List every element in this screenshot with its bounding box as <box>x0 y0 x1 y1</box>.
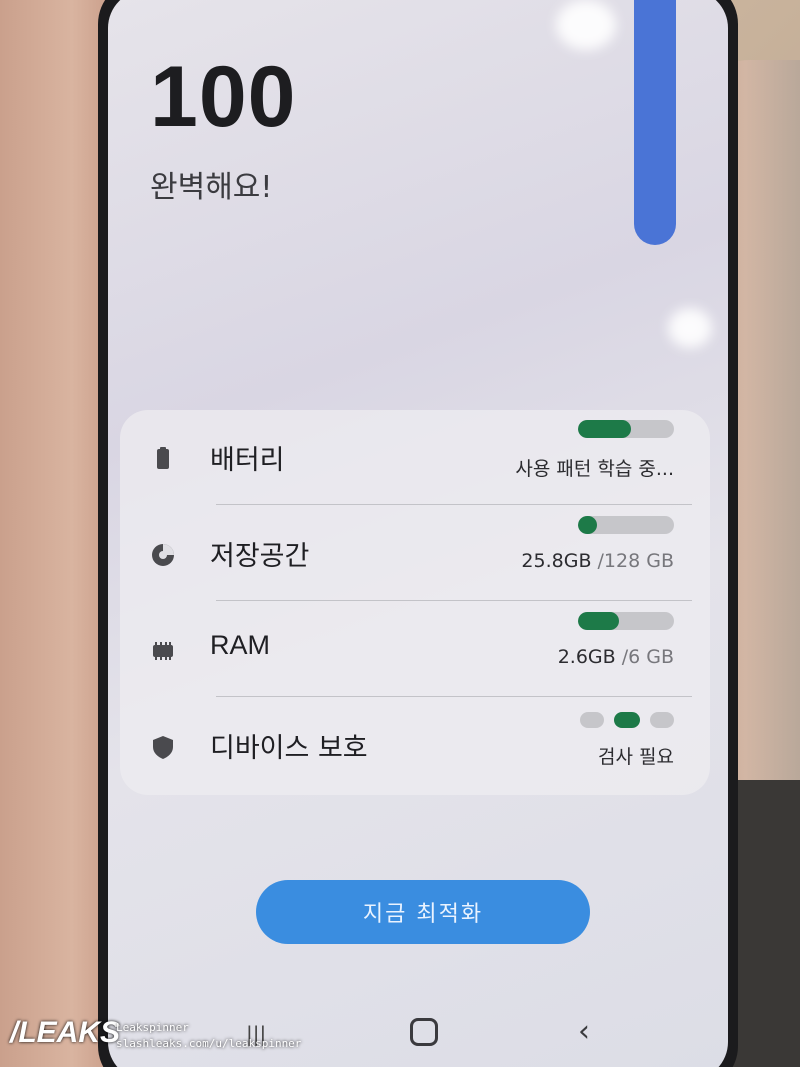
ram-label: RAM <box>210 630 270 660</box>
home-icon[interactable] <box>410 1018 438 1046</box>
storage-label: 저장공간 <box>210 541 310 572</box>
back-icon[interactable]: ‹ <box>578 1014 590 1049</box>
score-status-text: 완벽해요! <box>150 170 273 205</box>
storage-progress-bar <box>578 516 674 534</box>
device-protection-label: 디바이스 보호 <box>210 733 368 764</box>
scan-status-indicator <box>580 712 674 728</box>
storage-pie-icon <box>152 544 174 566</box>
device-care-screen: 100 완벽해요! 배터리 사용 패턴 학습 중... 저장공간 25.8GB … <box>108 0 728 1067</box>
battery-row[interactable]: 배터리 사용 패턴 학습 중... <box>120 410 710 506</box>
device-status-card: 배터리 사용 패턴 학습 중... 저장공간 25.8GB /128 GB RA… <box>120 410 710 795</box>
watermark-credit: Leakspinner slashleaks.com/u/leakspinner <box>116 1021 302 1050</box>
divider <box>216 696 692 697</box>
ram-progress-bar <box>578 612 674 630</box>
screen-glare <box>556 0 616 50</box>
device-protection-status: 검사 필요 <box>598 746 674 768</box>
device-protection-row[interactable]: 디바이스 보호 검사 필요 <box>120 698 710 794</box>
divider <box>216 504 692 505</box>
optimization-score: 100 <box>150 49 297 145</box>
watermark-logo: /LEAKS <box>10 1016 121 1049</box>
ram-chip-icon <box>153 642 173 660</box>
battery-icon <box>157 447 169 469</box>
ram-row[interactable]: RAM 2.6GB /6 GB <box>120 602 710 698</box>
shield-icon <box>153 736 173 759</box>
screen-glare <box>668 308 712 348</box>
battery-status: 사용 패턴 학습 중... <box>515 458 674 480</box>
storage-row[interactable]: 저장공간 25.8GB /128 GB <box>120 506 710 602</box>
divider <box>216 600 692 601</box>
score-indicator-bar <box>634 0 676 245</box>
ram-usage: 2.6GB /6 GB <box>557 646 674 668</box>
storage-usage: 25.8GB /128 GB <box>521 550 674 572</box>
battery-progress-bar <box>578 420 674 438</box>
battery-label: 배터리 <box>210 445 285 476</box>
optimize-now-button[interactable]: 지금 최적화 <box>256 880 590 944</box>
